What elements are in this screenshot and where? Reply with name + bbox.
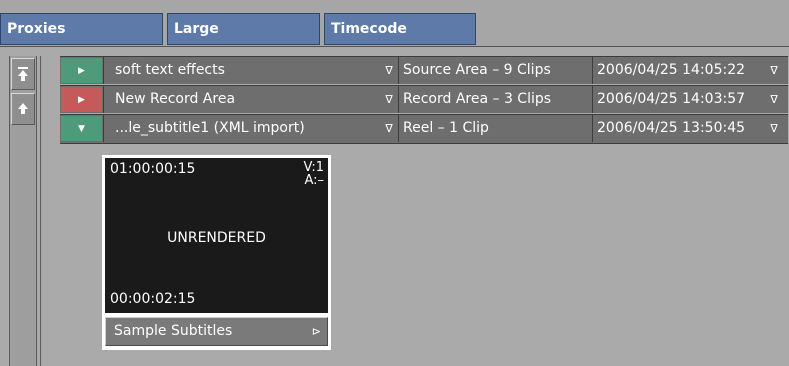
scroll-to-top-icon <box>18 67 28 81</box>
tab-timecode[interactable]: Timecode <box>324 13 476 45</box>
render-status: UNRENDERED <box>167 230 266 246</box>
track-info: V:1 A:– <box>304 161 324 187</box>
toolbar-divider <box>0 46 789 47</box>
bin-name: ...le_subtitle1 (XML import) <box>115 120 305 136</box>
date-dropdown-icon[interactable]: ∇ <box>767 57 781 84</box>
name-dropdown-icon[interactable]: ∇ <box>382 57 396 84</box>
bin-row[interactable]: ▼ ...le_subtitle1 (XML import) ∇ Reel – … <box>60 114 788 144</box>
timecode-in: 01:00:00:15 <box>110 161 196 177</box>
panel-divider <box>40 56 41 366</box>
view-toolbar: Proxies Large Timecode <box>0 0 789 46</box>
bin-date: 2006/04/25 14:03:57 <box>597 91 746 107</box>
audio-track: A:– <box>304 173 324 188</box>
bin-date: 2006/04/25 14:05:22 <box>597 62 746 78</box>
clip-duration: 00:00:02:15 <box>110 291 196 307</box>
play-arrow-icon[interactable]: ⊳ <box>312 318 321 345</box>
collapsed-arrow-icon: ▶ <box>78 65 85 76</box>
bin-row[interactable]: ▶ soft text effects ∇ Source Area – 9 Cl… <box>60 56 788 84</box>
clip-thumbnail[interactable]: 01:00:00:15 V:1 A:– UNRENDERED 00:00:02:… <box>105 158 328 313</box>
expand-button[interactable]: ▶ <box>61 58 102 83</box>
rows-bottom-border <box>60 143 788 144</box>
bin-date: 2006/04/25 13:50:45 <box>597 120 746 136</box>
scroll-up-button[interactable] <box>11 93 35 125</box>
scroll-to-top-button[interactable] <box>11 58 35 90</box>
scroll-up-icon <box>18 103 28 114</box>
expanded-arrow-icon: ▼ <box>78 123 85 134</box>
tab-proxies[interactable]: Proxies <box>0 13 163 45</box>
clip-label-button[interactable]: Sample Subtitles ⊳ <box>105 317 328 346</box>
tab-large[interactable]: Large <box>167 13 320 45</box>
bin-name: New Record Area <box>115 91 236 107</box>
date-dropdown-icon[interactable]: ∇ <box>767 86 781 113</box>
bin-area: Record Area – 3 Clips <box>403 91 552 107</box>
bin-area: Reel – 1 Clip <box>403 120 489 136</box>
name-dropdown-icon[interactable]: ∇ <box>382 115 396 142</box>
clip-label: Sample Subtitles <box>114 323 233 339</box>
date-dropdown-icon[interactable]: ∇ <box>767 115 781 142</box>
expand-button[interactable]: ▶ <box>61 87 102 112</box>
collapsed-arrow-icon: ▶ <box>78 94 85 105</box>
bin-row[interactable]: ▶ New Record Area ∇ Record Area – 3 Clip… <box>60 85 788 113</box>
bin-area: Source Area – 9 Clips <box>403 62 551 78</box>
bin-name: soft text effects <box>115 62 225 78</box>
name-dropdown-icon[interactable]: ∇ <box>382 86 396 113</box>
collapse-button[interactable]: ▼ <box>61 116 102 141</box>
clip-proxy[interactable]: 01:00:00:15 V:1 A:– UNRENDERED 00:00:02:… <box>102 155 331 350</box>
